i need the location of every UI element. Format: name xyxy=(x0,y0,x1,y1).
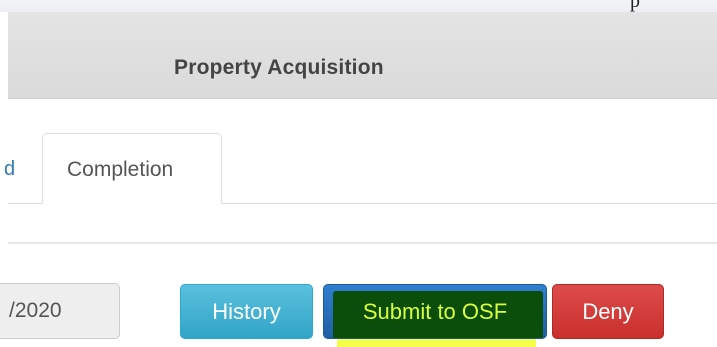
header-bar: Property Acquisition xyxy=(8,12,717,99)
tab-previous-cropped[interactable]: d xyxy=(4,158,15,181)
deny-button[interactable]: Deny xyxy=(552,284,664,339)
tab-completion[interactable]: Completion xyxy=(42,133,222,204)
history-button[interactable]: History xyxy=(180,284,313,339)
page-title: Property Acquisition xyxy=(174,56,384,79)
window-top-strip: p xyxy=(0,0,717,12)
submit-to-osf-label: Submit to OSF xyxy=(362,298,508,324)
section-divider xyxy=(8,242,717,244)
top-text-fragment: p xyxy=(630,0,640,12)
submit-to-osf-button[interactable]: Submit to OSF xyxy=(323,284,547,339)
property-acquisition-page: p Property Acquisition d Completion /202… xyxy=(0,0,717,347)
deny-button-label: Deny xyxy=(582,298,634,324)
highlighter-underline xyxy=(337,339,536,347)
history-button-label: History xyxy=(212,298,281,324)
date-field[interactable]: /2020 xyxy=(0,283,120,339)
date-field-value: /2020 xyxy=(9,299,62,322)
tab-completion-label: Completion xyxy=(67,158,174,181)
